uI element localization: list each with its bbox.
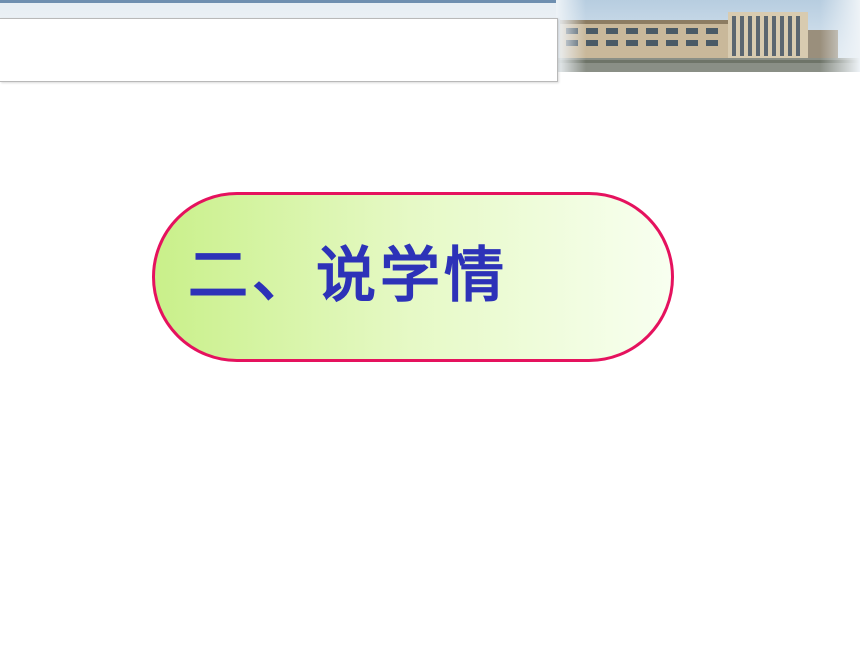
school-building-photo — [556, 0, 860, 72]
section-heading: 二、说学情 — [188, 241, 508, 311]
slide: 二、说学情 — [0, 0, 860, 645]
title-placeholder-box — [0, 18, 558, 82]
